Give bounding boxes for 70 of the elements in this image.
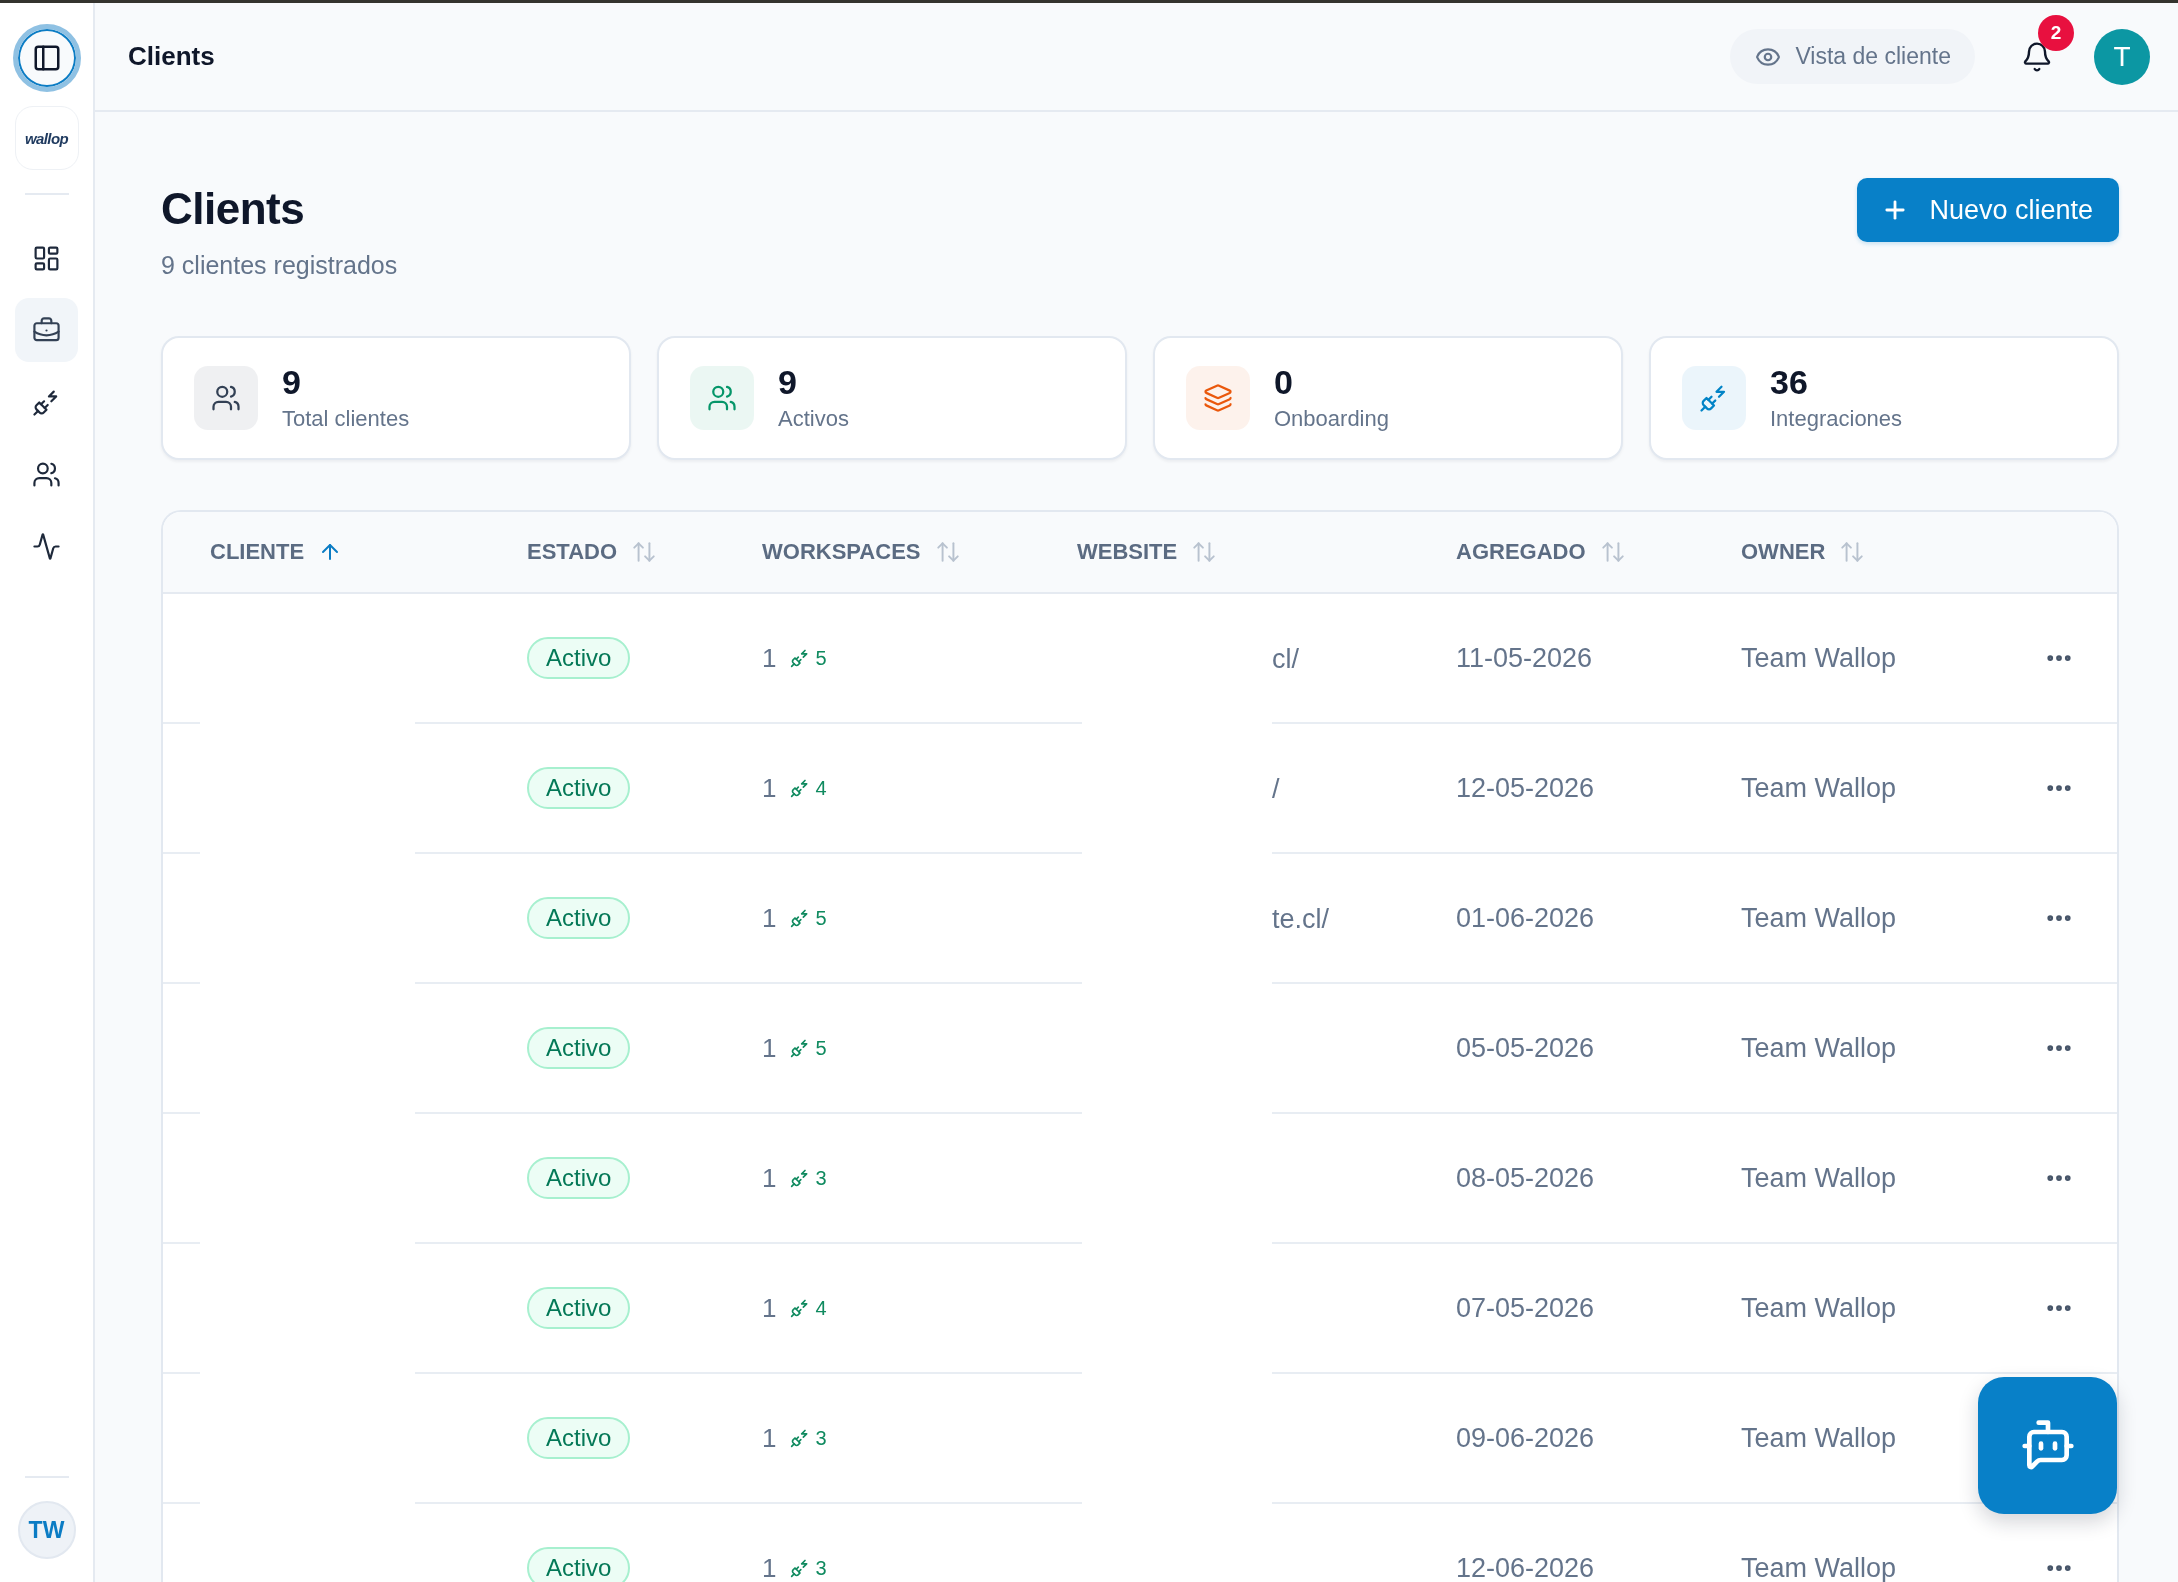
workspace-count: 1 [762, 1552, 777, 1582]
integration-count: 4 [815, 776, 827, 800]
notification-badge: 2 [2038, 14, 2074, 51]
owner-text: Team Wallop [1741, 772, 1897, 804]
status-badge: Activo [527, 1547, 631, 1582]
owner-text: Team Wallop [1741, 1552, 1897, 1582]
status-badge: Activo [527, 1417, 631, 1459]
workspace-count: 1 [762, 642, 777, 674]
website-text: te.cl/ [1272, 903, 1330, 935]
owner-text: Team Wallop [1741, 902, 1897, 934]
date-text: 01-06-2026 [1456, 902, 1595, 934]
date-text: 12-06-2026 [1456, 1552, 1595, 1582]
status-badge: Activo [527, 767, 631, 809]
stat-value: 9 [778, 363, 797, 401]
assistant-button[interactable] [1978, 1377, 2117, 1514]
date-text: 11-05-2026 [1456, 642, 1593, 674]
stat-label: Activos [778, 405, 849, 433]
status-badge: Activo [527, 637, 631, 679]
stat-label: Onboarding [1274, 405, 1389, 433]
owner-text: Team Wallop [1741, 642, 1897, 674]
date-text: 12-05-2026 [1456, 772, 1595, 804]
column-header[interactable]: AGREGADO [1456, 539, 1586, 565]
column-header[interactable]: ESTADO [527, 539, 618, 565]
workspace-count: 1 [762, 902, 777, 934]
date-text: 08-05-2026 [1456, 1162, 1595, 1194]
column-header[interactable]: WORKSPACES [762, 539, 921, 565]
integration-count: 3 [815, 1556, 827, 1580]
owner-text: Team Wallop [1741, 1032, 1897, 1064]
date-text: 07-05-2026 [1456, 1292, 1595, 1324]
client-view-button[interactable]: Vista de cliente [1730, 29, 1975, 84]
sidebar-nav-item[interactable] [15, 298, 78, 362]
workspace-count: 1 [762, 772, 777, 804]
integration-count: 5 [815, 1036, 827, 1060]
new-client-button[interactable]: Nuevo cliente [1857, 178, 2119, 242]
website-text: cl/ [1272, 643, 1299, 675]
integration-count: 5 [815, 646, 827, 670]
owner-text: Team Wallop [1741, 1292, 1897, 1324]
owner-text: Team Wallop [1741, 1162, 1897, 1194]
page-title: Clients [161, 183, 306, 235]
date-text: 09-06-2026 [1456, 1422, 1595, 1454]
top-bar-title: Clients [128, 41, 216, 72]
status-badge: Activo [527, 1157, 631, 1199]
integration-count: 4 [815, 1296, 827, 1320]
column-header[interactable]: WEBSITE [1077, 539, 1178, 565]
bell-icon[interactable] [2021, 40, 2053, 73]
page-subtitle: 9 clientes registrados [161, 250, 398, 281]
logo[interactable]: wallop [14, 106, 79, 170]
stat-value: 0 [1274, 363, 1293, 401]
stat-value: 9 [282, 363, 301, 401]
integration-count: 3 [815, 1426, 827, 1450]
stat-value: 36 [1770, 363, 1808, 401]
status-badge: Activo [527, 897, 631, 939]
activity-icon [32, 531, 61, 561]
integration-count: 5 [815, 906, 827, 930]
workspace-count: 1 [762, 1292, 777, 1324]
status-badge: Activo [527, 1027, 631, 1069]
workspace-count: 1 [762, 1032, 777, 1064]
stat-label: Integraciones [1770, 405, 1903, 433]
stat-label: Total clientes [282, 405, 410, 433]
workspace-count: 1 [762, 1162, 777, 1194]
user-avatar[interactable]: T [2094, 28, 2150, 85]
status-badge: Activo [527, 1287, 631, 1329]
integration-count: 3 [815, 1166, 827, 1190]
user-avatar[interactable]: TW [17, 1501, 76, 1559]
column-header[interactable]: CLIENTE [210, 539, 305, 565]
column-header[interactable]: OWNER [1741, 539, 1826, 565]
website-text: / [1272, 773, 1280, 805]
owner-text: Team Wallop [1741, 1422, 1897, 1454]
workspace-count: 1 [762, 1422, 777, 1454]
date-text: 05-05-2026 [1456, 1032, 1595, 1064]
